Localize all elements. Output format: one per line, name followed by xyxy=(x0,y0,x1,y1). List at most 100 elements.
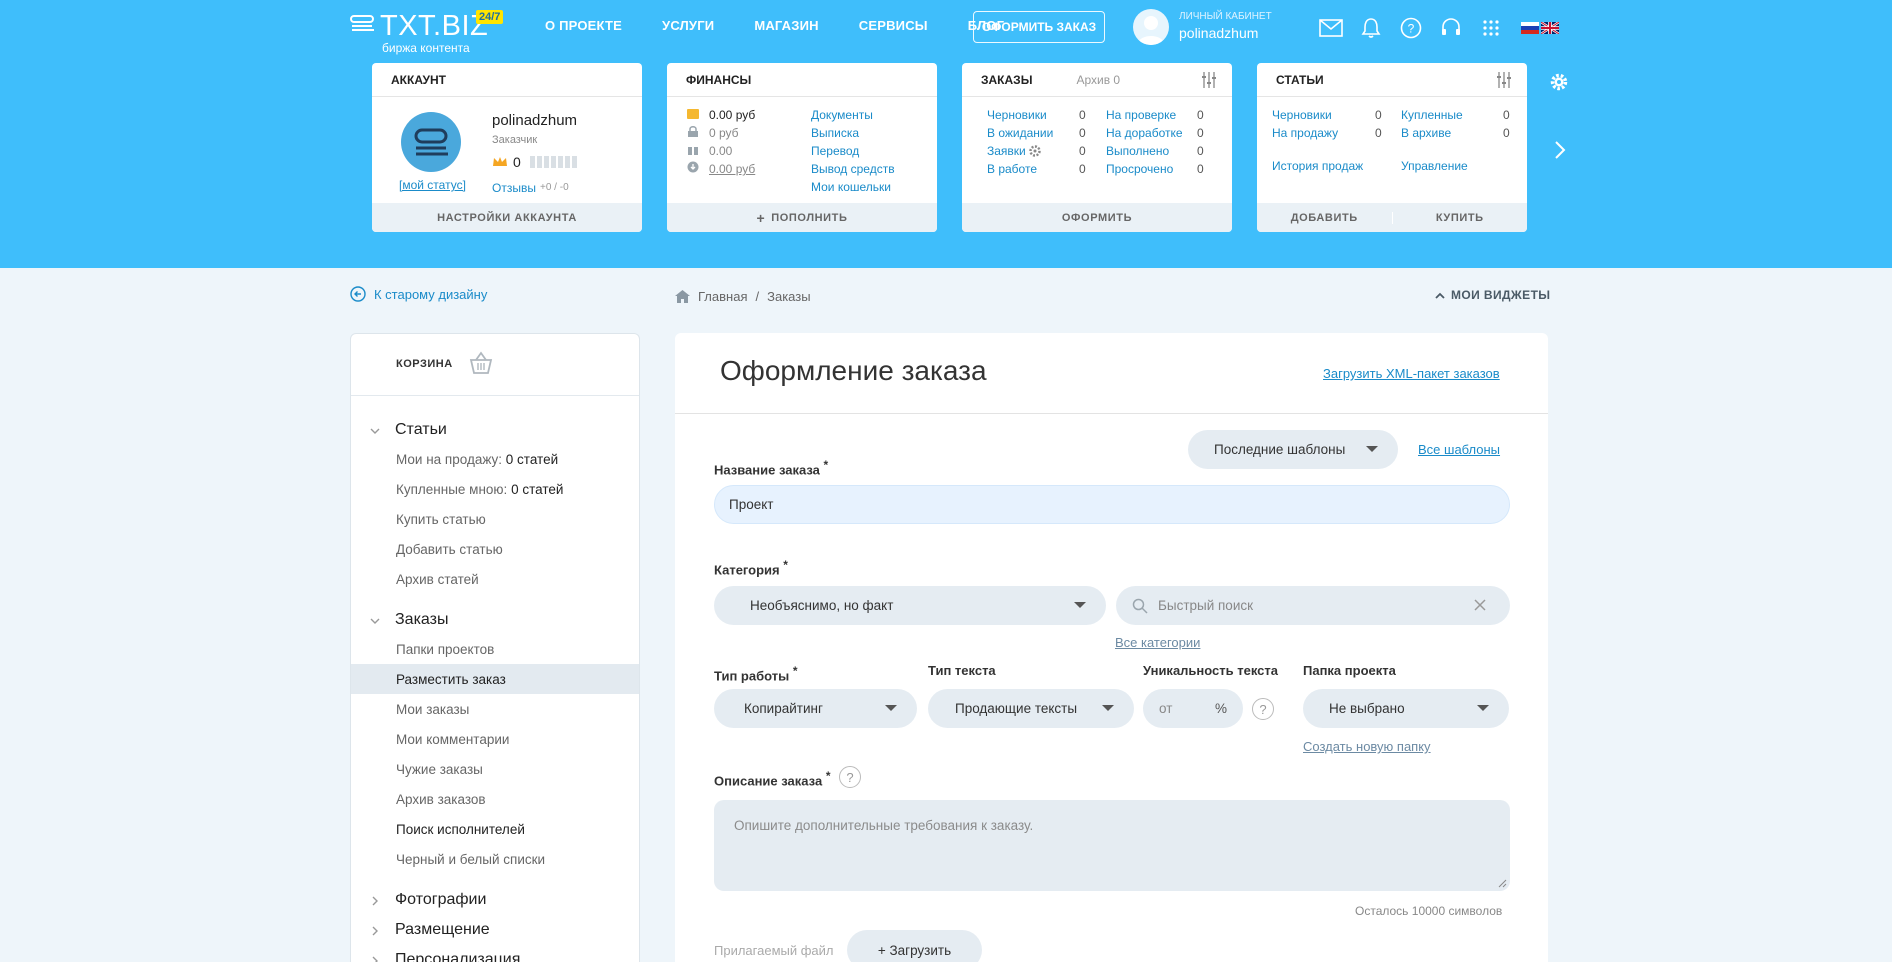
order-name-input[interactable]: Проект xyxy=(714,485,1510,524)
orders-drafts-link[interactable]: Черновики xyxy=(987,108,1047,122)
finance-statement-link[interactable]: Выписка xyxy=(811,126,859,140)
resize-handle-icon[interactable] xyxy=(1497,878,1507,888)
orders-waiting-link[interactable]: В ожидании xyxy=(987,126,1053,140)
sidebar-item-black-white-lists[interactable]: Черный и белый списки xyxy=(396,852,545,867)
home-icon[interactable] xyxy=(675,290,690,303)
sidebar-item-add-article[interactable]: Добавить статью xyxy=(396,542,503,557)
orders-overdue-link[interactable]: Просрочено xyxy=(1106,162,1173,176)
flag-ru-icon[interactable] xyxy=(1521,22,1539,34)
finance-withdraw-link[interactable]: Вывод средств xyxy=(811,162,895,176)
description-label: Описание заказа * xyxy=(714,769,831,788)
bell-icon[interactable] xyxy=(1358,16,1384,40)
work-type-select[interactable]: Копирайтинг xyxy=(714,689,917,728)
sales-history-link[interactable]: История продаж xyxy=(1272,159,1363,173)
apps-grid-icon[interactable] xyxy=(1478,16,1504,40)
sidebar-item-project-folders[interactable]: Папки проектов xyxy=(396,642,494,657)
sidebar-item-others-orders[interactable]: Чужие заказы xyxy=(396,762,483,777)
logo-mark-icon xyxy=(350,15,374,31)
breadcrumb-separator: / xyxy=(755,289,760,304)
sidebar-item-my-for-sale[interactable]: Мои на продажу: 0 статей xyxy=(396,452,558,467)
category-select-value: Необъяснимо, но факт xyxy=(750,598,894,613)
orders-revision-link[interactable]: На доработке xyxy=(1106,126,1183,140)
sidebar-item-place-order[interactable]: Разместить заказ xyxy=(396,672,506,687)
help-icon[interactable]: ? xyxy=(1398,16,1424,40)
xml-upload-link[interactable]: Загрузить XML-пакет заказов xyxy=(1323,366,1500,381)
account-settings-button[interactable]: НАСТРОЙКИ АККАУНТА xyxy=(372,203,642,232)
order-button[interactable]: ОФОРМИТЬ ЗАКАЗ xyxy=(973,11,1105,43)
nav-tools[interactable]: СЕРВИСЫ xyxy=(859,18,928,33)
orders-inwork-link[interactable]: В работе xyxy=(987,162,1037,176)
old-design-link[interactable]: К старому дизайну xyxy=(350,286,487,302)
my-status-link[interactable]: [мой статус] xyxy=(399,178,466,192)
logo-brand: TXT.BIZ xyxy=(380,10,489,42)
orders-review-count: 0 xyxy=(1197,108,1204,122)
sliders-icon[interactable] xyxy=(1495,72,1513,88)
sidebar-item-articles-archive[interactable]: Архив статей xyxy=(396,572,479,587)
uniqueness-input[interactable]: от % xyxy=(1143,689,1243,728)
description-textarea[interactable]: Опишите дополнительные требования к зака… xyxy=(714,800,1510,891)
chevron-down-icon xyxy=(885,705,897,711)
chevron-down-icon xyxy=(1477,705,1489,711)
articles-drafts-count: 0 xyxy=(1375,108,1382,122)
flag-uk-icon[interactable] xyxy=(1541,22,1559,34)
chevron-right-icon[interactable] xyxy=(1550,138,1570,162)
nav-services[interactable]: УСЛУГИ xyxy=(662,18,714,33)
new-folder-link[interactable]: Создать новую папку xyxy=(1303,739,1431,754)
nav-shop[interactable]: МАГАЗИН xyxy=(754,18,818,33)
uniqueness-help-icon[interactable]: ? xyxy=(1252,698,1274,720)
articles-drafts-link[interactable]: Черновики xyxy=(1272,108,1332,122)
sidebar-item-orders-archive[interactable]: Архив заказов xyxy=(396,792,486,807)
widget-articles: СТАТЬИ Черновики 0 На продажу 0 Купленны… xyxy=(1257,63,1527,232)
templates-select[interactable]: Последние шаблоны xyxy=(1188,430,1398,469)
articles-manage-link[interactable]: Управление xyxy=(1401,159,1468,173)
sidebar-item-find-writers[interactable]: Поиск исполнителей xyxy=(396,822,525,837)
breadcrumb-orders[interactable]: Заказы xyxy=(767,289,810,304)
language-switch[interactable] xyxy=(1518,16,1562,40)
quick-search-input[interactable]: Быстрый поиск xyxy=(1116,586,1510,625)
orders-requests-link[interactable]: Заявки xyxy=(987,144,1026,158)
required-mark: * xyxy=(783,558,788,572)
description-help-icon[interactable]: ? xyxy=(839,766,861,788)
logo[interactable]: TXT.BIZ 24/7 биржа контента xyxy=(350,8,510,55)
cabinet-username[interactable]: polinadzhum xyxy=(1179,25,1258,41)
finance-documents-link[interactable]: Документы xyxy=(811,108,873,122)
finance-wallets-link[interactable]: Мои кошельки xyxy=(811,180,891,194)
all-templates-link[interactable]: Все шаблоны xyxy=(1418,442,1500,457)
avatar[interactable] xyxy=(1133,9,1169,45)
orders-done-link[interactable]: Выполнено xyxy=(1106,144,1169,158)
reviews-link[interactable]: Отзывы xyxy=(492,181,536,195)
create-order-button[interactable]: ОФОРМИТЬ xyxy=(962,203,1232,232)
sidebar-item-bought[interactable]: Купленные мною: 0 статей xyxy=(396,482,563,497)
account-avatar[interactable] xyxy=(401,112,461,172)
orders-review-link[interactable]: На проверке xyxy=(1106,108,1176,122)
balance-withdraw[interactable]: 0.00 руб xyxy=(709,162,755,176)
articles-forsale-link[interactable]: На продажу xyxy=(1272,126,1338,140)
articles-archive-link[interactable]: В архиве xyxy=(1401,126,1451,140)
all-categories-link[interactable]: Все категории xyxy=(1115,635,1200,650)
close-icon[interactable] xyxy=(1474,599,1486,611)
finance-transfer-link[interactable]: Перевод xyxy=(811,144,859,158)
project-folder-select[interactable]: Не выбрано xyxy=(1303,689,1509,728)
chevron-down-icon xyxy=(370,428,380,434)
sliders-icon[interactable] xyxy=(1200,72,1218,88)
my-widgets-toggle[interactable]: МОИ ВИДЖЕТЫ xyxy=(1435,288,1550,302)
settings-small-icon[interactable] xyxy=(1029,145,1041,157)
add-article-button[interactable]: ДОБАВИТЬ xyxy=(1257,212,1392,224)
sidebar-item-buy-article[interactable]: Купить статью xyxy=(396,512,486,527)
mail-icon[interactable] xyxy=(1318,16,1344,40)
nav-about[interactable]: О ПРОЕКТЕ xyxy=(545,18,622,33)
upload-button[interactable]: + Загрузить xyxy=(847,930,982,962)
top-up-button[interactable]: + ПОПОЛНИТЬ xyxy=(667,203,937,232)
support-headset-icon[interactable] xyxy=(1438,16,1464,40)
rating-bar xyxy=(529,156,578,168)
gear-icon[interactable] xyxy=(1549,72,1569,92)
sidebar-item-my-orders[interactable]: Мои заказы xyxy=(396,702,469,717)
buy-article-button[interactable]: КУПИТЬ xyxy=(1391,211,1528,224)
category-select[interactable]: Необъяснимо, но факт xyxy=(714,586,1106,625)
cart[interactable]: КОРЗИНА xyxy=(351,334,639,396)
orders-archive[interactable]: Архив 0 xyxy=(1076,73,1120,87)
articles-bought-link[interactable]: Купленные xyxy=(1401,108,1463,122)
breadcrumb-home[interactable]: Главная xyxy=(698,289,747,304)
text-type-select[interactable]: Продающие тексты xyxy=(928,689,1134,728)
sidebar-item-my-comments[interactable]: Мои комментарии xyxy=(396,732,509,747)
